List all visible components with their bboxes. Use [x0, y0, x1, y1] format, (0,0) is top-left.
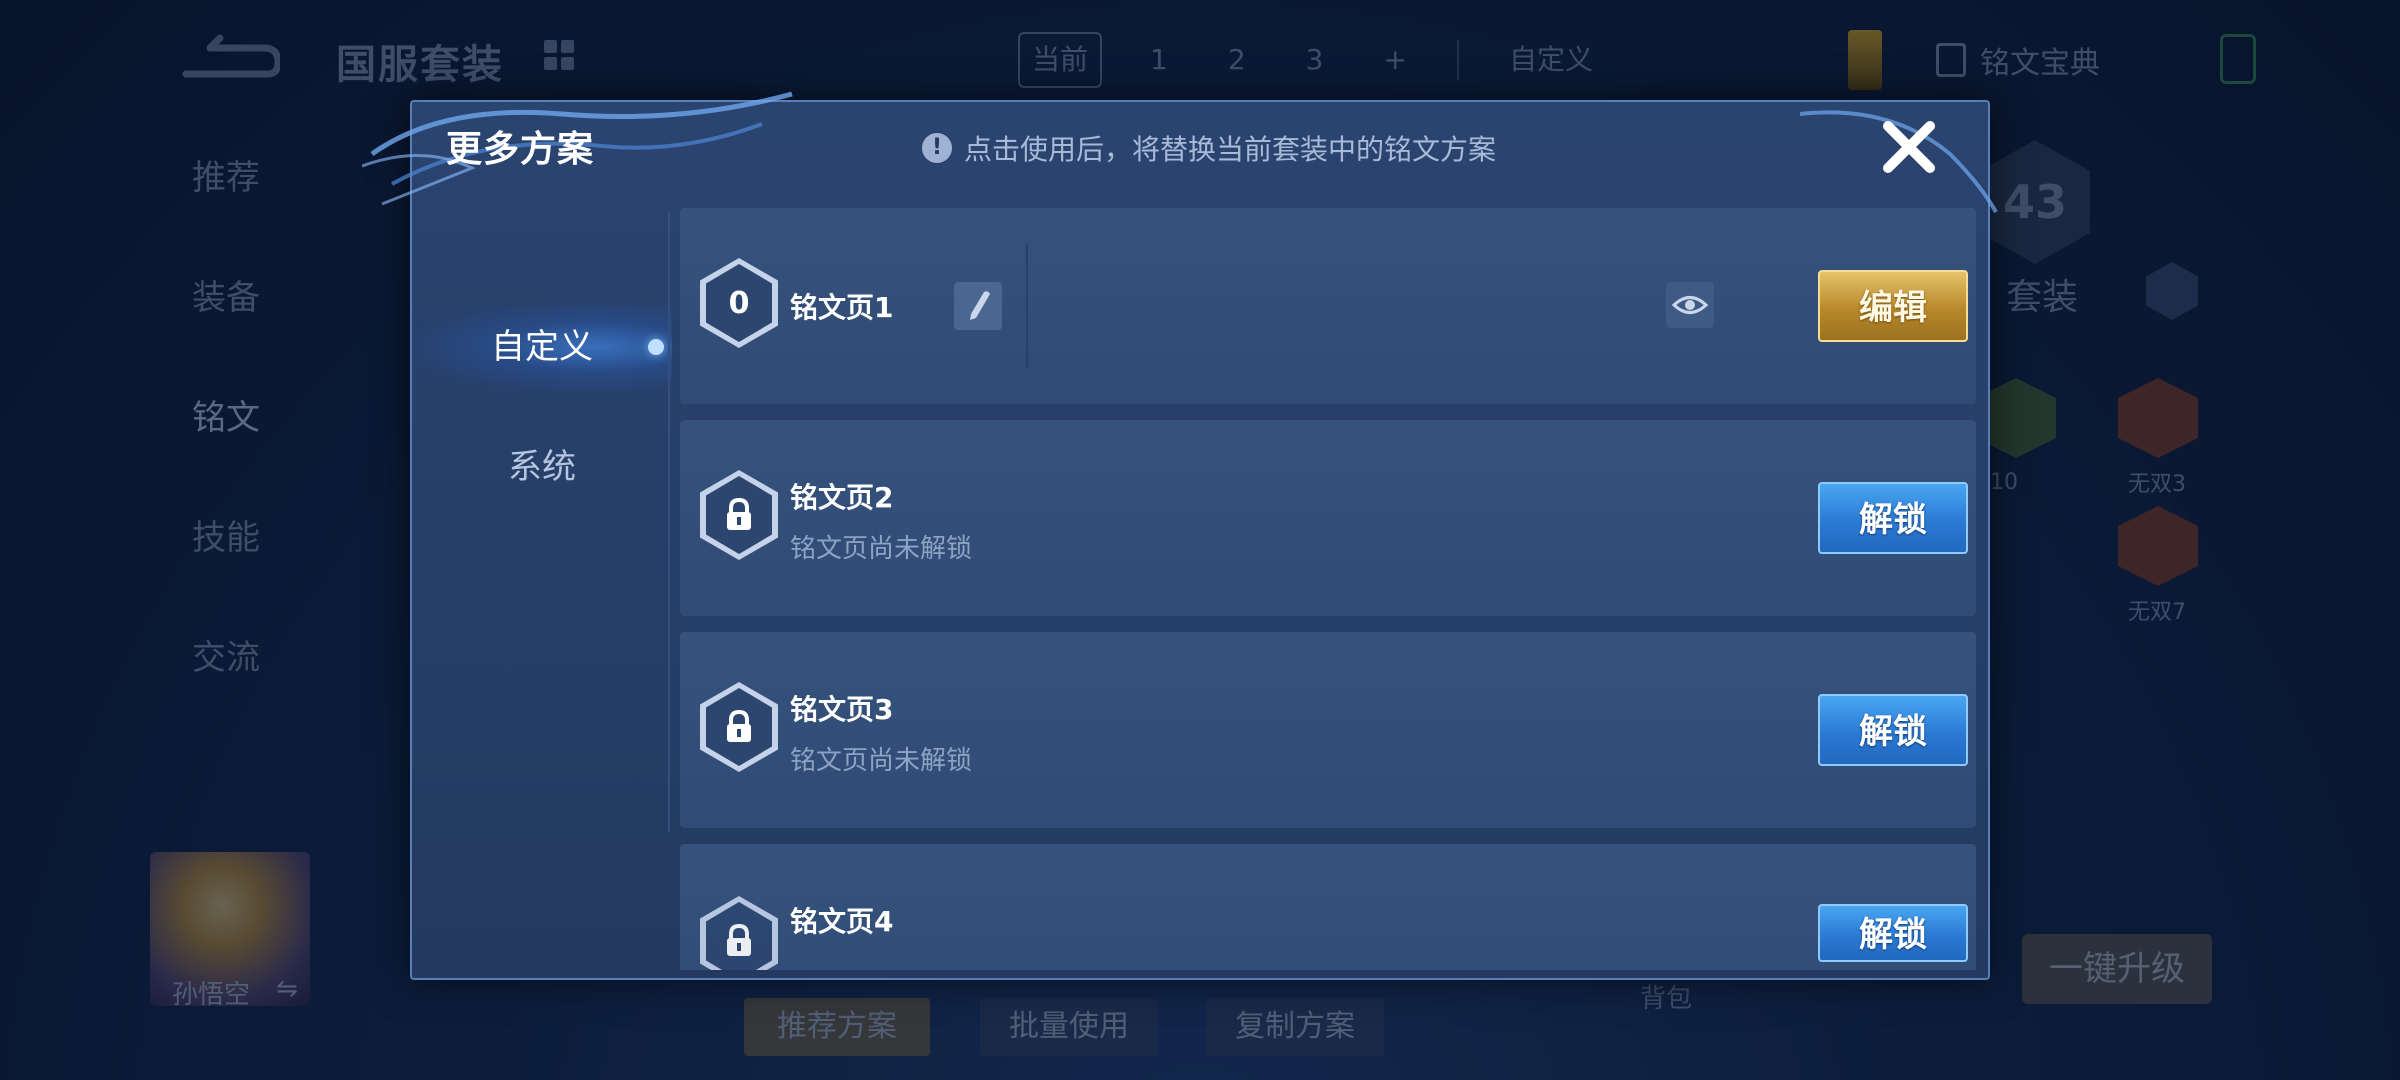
side-nav-inscription[interactable]: 铭文	[192, 390, 260, 510]
tab-label: 系统	[508, 447, 576, 487]
divider	[1026, 244, 1028, 368]
side-nav-equipment[interactable]: 装备	[192, 270, 260, 390]
plan-list[interactable]: 0 铭文页1 编辑 铭文页2 铭文页尚未解锁 解锁 铭文页3 铭文页尚未解锁 解…	[680, 208, 1976, 970]
bg-page-title: 国服套装	[336, 42, 504, 88]
plan-status: 铭文页尚未解锁	[790, 746, 973, 776]
tab-add[interactable]: +	[1354, 32, 1437, 88]
one-click-upgrade-button[interactable]: 一键升级	[2022, 934, 2212, 1004]
tab-system-plans[interactable]: 系统	[412, 422, 672, 512]
edit-button[interactable]: 编辑	[1818, 270, 1968, 342]
plan-status: 铭文页尚未解锁	[790, 534, 973, 564]
grid-icon[interactable]	[544, 40, 574, 70]
tab-page-1[interactable]: 1	[1120, 32, 1198, 88]
batch-use-button[interactable]: 批量使用	[980, 998, 1158, 1056]
lock-icon	[727, 923, 751, 956]
close-icon	[1883, 121, 1935, 173]
side-nav: 推荐 装备 铭文 技能 交流	[192, 150, 260, 750]
signal-icon	[2220, 34, 2256, 84]
back-button[interactable]	[180, 34, 282, 80]
plan-badge-hex-icon	[700, 896, 778, 970]
eye-icon	[1671, 296, 1709, 314]
tab-custom[interactable]: 自定义	[1479, 32, 1623, 88]
inscription-label: 无双7	[2128, 600, 2186, 625]
inscription-hex-icon	[2118, 506, 2198, 586]
unlock-button[interactable]: 解锁	[1818, 694, 1968, 766]
plan-badge-hex-icon	[700, 470, 778, 560]
tab-separator	[1456, 40, 1459, 80]
more-plans-modal: 更多方案 ! 点击使用后，将替换当前套装中的铭文方案 自定义 系统 0 铭文页1	[362, 91, 1998, 980]
swap-icon[interactable]: ⇋	[276, 974, 298, 1004]
tab-page-2[interactable]: 2	[1198, 32, 1276, 88]
preview-button[interactable]	[1666, 282, 1714, 328]
side-nav-recommend[interactable]: 推荐	[192, 150, 260, 270]
recommend-plan-button[interactable]: 推荐方案	[744, 998, 930, 1056]
list-item: 铭文页4 解锁	[680, 844, 1976, 970]
unlock-button[interactable]: 解锁	[1818, 482, 1968, 554]
lock-badge	[706, 476, 772, 554]
dictionary-icon[interactable]	[1936, 43, 1966, 77]
pen-icon	[970, 291, 990, 320]
modal-side-tabs: 自定义 系统	[412, 212, 672, 972]
plan-badge-hex-icon	[700, 682, 778, 772]
divider	[668, 212, 670, 832]
notice: ! 点击使用后，将替换当前套装中的铭文方案	[922, 128, 1496, 168]
page-tabs: 当前 1 2 3 + 自定义	[1018, 32, 1623, 88]
copy-plan-button[interactable]: 复制方案	[1206, 998, 1384, 1056]
info-icon: !	[922, 133, 952, 163]
lock-icon	[727, 709, 751, 742]
card-icon[interactable]	[1848, 30, 1882, 90]
tab-label: 自定义	[491, 327, 593, 367]
tab-page-3[interactable]: 3	[1276, 32, 1354, 88]
plan-level-badge: 0	[706, 264, 772, 342]
inscription-label: 无双3	[2128, 472, 2186, 497]
side-nav-community[interactable]: 交流	[192, 630, 260, 750]
lock-badge	[706, 688, 772, 766]
list-item: 铭文页2 铭文页尚未解锁 解锁	[680, 420, 1976, 616]
list-item: 0 铭文页1 编辑	[680, 208, 1976, 404]
inscription-label: 10	[1990, 470, 2018, 495]
inscription-hex-icon	[2118, 378, 2198, 458]
tab-custom-plans[interactable]: 自定义	[412, 302, 672, 392]
set-label: 套装	[2006, 277, 2079, 318]
side-nav-skills[interactable]: 技能	[192, 510, 260, 630]
dictionary-label[interactable]: 铭文宝典	[1980, 38, 2100, 82]
menu-hex-icon[interactable]	[2146, 262, 2198, 320]
lock-icon	[727, 497, 751, 530]
top-right-tools: 铭文宝典	[1848, 30, 2100, 90]
unlock-button[interactable]: 解锁	[1818, 904, 1968, 962]
level-hex-badge: 43	[1980, 140, 2090, 264]
plan-badge-hex-icon: 0	[700, 258, 778, 348]
bag-label[interactable]: 背包	[1640, 978, 1692, 1015]
plan-title: 铭文页2	[790, 481, 894, 514]
notice-text: 点击使用后，将替换当前套装中的铭文方案	[964, 133, 1497, 166]
rename-button[interactable]	[954, 282, 1002, 330]
plan-title: 铭文页1	[790, 291, 894, 324]
active-indicator-icon	[648, 339, 664, 355]
hero-name: 孙悟空	[172, 980, 251, 1010]
modal-title: 更多方案	[446, 129, 595, 170]
list-item: 铭文页3 铭文页尚未解锁 解锁	[680, 632, 1976, 828]
tab-current[interactable]: 当前	[1018, 32, 1103, 88]
lock-badge	[706, 902, 772, 970]
plan-title: 铭文页3	[790, 693, 894, 726]
back-arrow-icon	[182, 34, 282, 78]
plan-title: 铭文页4	[790, 905, 894, 938]
close-button[interactable]	[1874, 112, 1944, 182]
